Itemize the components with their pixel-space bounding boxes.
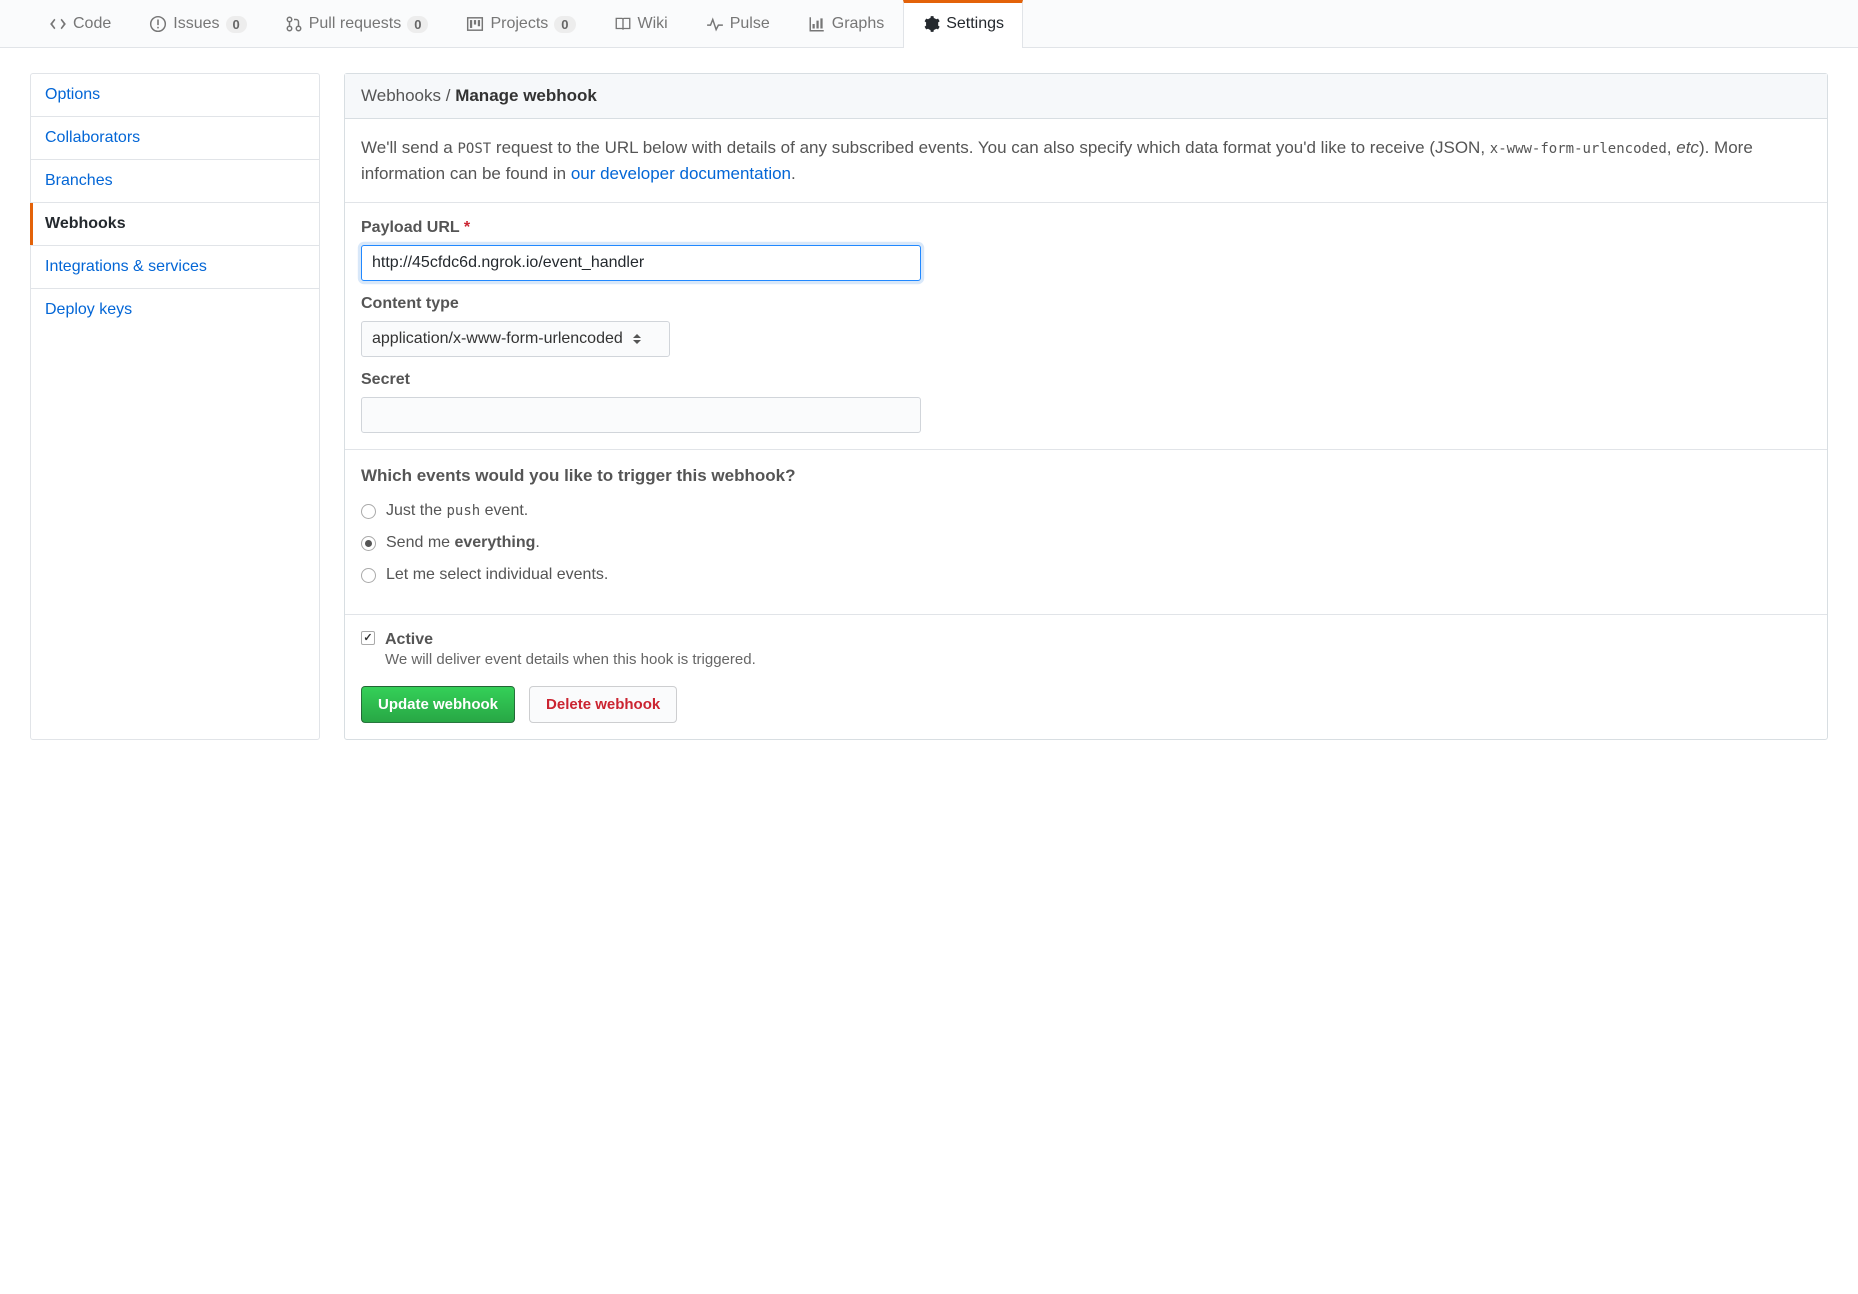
content-type-value: application/x-www-form-urlencoded <box>372 330 623 348</box>
content-type-select[interactable]: application/x-www-form-urlencoded <box>361 321 670 357</box>
radio-icon <box>361 504 376 519</box>
payload-url-input[interactable] <box>361 245 921 281</box>
radio-icon <box>361 568 376 583</box>
tab-pulse[interactable]: Pulse <box>687 0 789 47</box>
tab-code[interactable]: Code <box>30 0 130 47</box>
webhook-form-box: Webhooks / Manage webhook We'll send a P… <box>344 73 1828 740</box>
tab-wiki[interactable]: Wiki <box>595 0 687 47</box>
tab-issues[interactable]: Issues 0 <box>130 0 265 47</box>
tab-graphs[interactable]: Graphs <box>789 0 903 47</box>
tab-code-label: Code <box>73 15 111 33</box>
projects-count: 0 <box>554 16 575 33</box>
sidenav-collaborators[interactable]: Collaborators <box>31 117 319 160</box>
breadcrumb-current: Manage webhook <box>455 86 597 105</box>
event-option-everything[interactable]: Send me everything. <box>361 534 1811 552</box>
gear-icon <box>922 15 940 33</box>
developer-docs-link[interactable]: our developer documentation <box>571 164 791 183</box>
graph-icon <box>808 15 826 33</box>
active-label: Active <box>385 631 756 649</box>
intro-text: We'll send a POST request to the URL bel… <box>361 135 1811 186</box>
sidenav-integrations[interactable]: Integrations & services <box>31 246 319 289</box>
tab-settings-label: Settings <box>946 15 1004 33</box>
payload-url-label: Payload URL * <box>361 219 1811 237</box>
tab-pulse-label: Pulse <box>730 15 770 33</box>
tab-settings[interactable]: Settings <box>903 0 1023 48</box>
tab-graphs-label: Graphs <box>832 15 884 33</box>
content-type-label: Content type <box>361 295 1811 313</box>
secret-label: Secret <box>361 371 1811 389</box>
sidenav-deploy-keys[interactable]: Deploy keys <box>31 289 319 331</box>
settings-sidenav: Options Collaborators Branches Webhooks … <box>30 73 320 740</box>
tab-pull-requests[interactable]: Pull requests 0 <box>266 0 448 47</box>
code-icon <box>49 15 67 33</box>
sidenav-branches[interactable]: Branches <box>31 160 319 203</box>
book-icon <box>614 15 632 33</box>
delete-webhook-button[interactable]: Delete webhook <box>529 686 677 723</box>
git-pull-request-icon <box>285 15 303 33</box>
select-caret-icon <box>633 334 641 344</box>
active-note: We will deliver event details when this … <box>385 651 756 668</box>
tab-projects-label: Projects <box>490 15 548 33</box>
active-checkbox[interactable] <box>361 631 375 645</box>
breadcrumb: Webhooks / Manage webhook <box>345 74 1827 119</box>
event-option-select[interactable]: Let me select individual events. <box>361 566 1811 584</box>
event-option-push[interactable]: Just the push event. <box>361 502 1811 520</box>
secret-input[interactable] <box>361 397 921 433</box>
sidenav-options[interactable]: Options <box>31 74 319 117</box>
sidenav-webhooks[interactable]: Webhooks <box>31 203 319 246</box>
tab-issues-label: Issues <box>173 15 219 33</box>
project-icon <box>466 15 484 33</box>
breadcrumb-root: Webhooks <box>361 86 441 105</box>
update-webhook-button[interactable]: Update webhook <box>361 686 515 723</box>
radio-icon <box>361 536 376 551</box>
issues-count: 0 <box>226 16 247 33</box>
pulse-icon <box>706 15 724 33</box>
tab-pr-label: Pull requests <box>309 15 402 33</box>
tab-wiki-label: Wiki <box>638 15 668 33</box>
repo-tabnav: Code Issues 0 Pull requests 0 Projects 0… <box>0 0 1858 48</box>
pr-count: 0 <box>407 16 428 33</box>
events-heading: Which events would you like to trigger t… <box>361 466 1811 486</box>
tab-projects[interactable]: Projects 0 <box>447 0 594 47</box>
issue-icon <box>149 15 167 33</box>
